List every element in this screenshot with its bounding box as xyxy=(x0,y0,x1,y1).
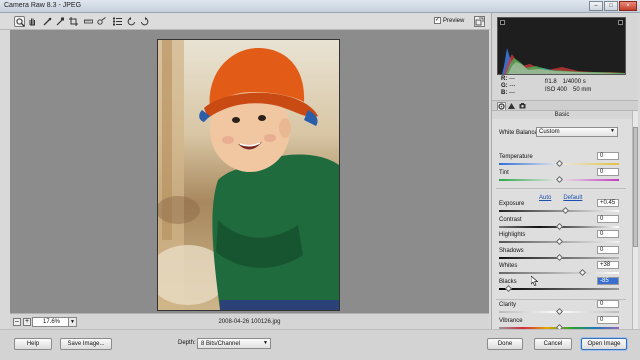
depth-value: 8 Bits/Channel xyxy=(201,341,241,347)
hand-tool-icon[interactable] xyxy=(27,16,38,27)
slider-label: Highlights xyxy=(499,232,526,238)
slider-thumb[interactable] xyxy=(504,284,513,293)
title-bar: Camera Raw 8.3 - JPEG – □ × xyxy=(0,0,640,13)
white-balance-label: White Balance: xyxy=(499,130,540,136)
slider-thumb[interactable] xyxy=(555,237,564,246)
depth-label: Depth: xyxy=(178,340,196,346)
slider-value-field[interactable]: 0 xyxy=(597,300,619,308)
preferences-icon[interactable] xyxy=(112,16,123,27)
save-image-button[interactable]: Save Image... xyxy=(60,338,112,350)
readout: R: --- G: --- B: --- f/1.8 1/4000 s ISO 4… xyxy=(501,76,592,96)
window-title: Camera Raw 8.3 - JPEG xyxy=(4,2,82,9)
preview-label: Preview xyxy=(443,17,465,24)
status-bar: – + 17.6% ▼ 2008-04-26 100126.jpg xyxy=(10,313,489,329)
fullscreen-icon[interactable] xyxy=(474,16,485,27)
slider-value-field[interactable]: 0 xyxy=(597,316,619,324)
slider-tint: Tint 0 xyxy=(499,168,619,185)
slider-value-field[interactable]: 0 xyxy=(597,246,619,254)
slider-exposure: Exposure +0.45 xyxy=(499,199,619,216)
scrollbar-thumb[interactable] xyxy=(633,127,638,247)
maximize-button[interactable]: □ xyxy=(604,1,618,11)
rotate-left-icon[interactable] xyxy=(126,16,137,27)
slider-thumb[interactable] xyxy=(578,268,586,277)
slider-label: Contrast xyxy=(499,217,522,223)
image-canvas[interactable] xyxy=(10,30,489,313)
slider-thumb[interactable] xyxy=(555,307,564,316)
rotate-right-icon[interactable] xyxy=(139,16,150,27)
slider-thumb[interactable] xyxy=(561,206,570,215)
white-balance-select[interactable]: Custom ▼ xyxy=(536,127,618,137)
slider-value-field[interactable]: +38 xyxy=(597,261,619,269)
tab-camera-calibration[interactable] xyxy=(519,102,528,110)
slider-thumb[interactable] xyxy=(555,159,564,168)
straighten-tool-icon[interactable] xyxy=(83,16,94,27)
slider-value-field[interactable]: 0 xyxy=(597,215,619,223)
slider-label: Vibrance xyxy=(499,318,523,324)
mouse-cursor-icon xyxy=(531,276,539,286)
slider-track[interactable] xyxy=(499,288,619,290)
help-button[interactable]: Help xyxy=(14,338,52,350)
slider-whites: Whites +38 xyxy=(499,261,619,278)
slider-clarity: Clarity 0 xyxy=(499,300,619,317)
slider-thumb[interactable] xyxy=(555,222,564,231)
slider-value-field[interactable]: 0 xyxy=(597,168,619,176)
histogram xyxy=(497,17,626,75)
slider-label: Clarity xyxy=(499,302,517,308)
slider-value-field[interactable]: +0.45 xyxy=(597,199,619,207)
spot-removal-icon[interactable] xyxy=(96,16,107,27)
divider xyxy=(496,188,626,189)
slider-value-field[interactable]: -85 xyxy=(597,277,619,285)
g-value: --- xyxy=(509,83,516,89)
white-balance-tool-icon[interactable] xyxy=(42,16,53,27)
open-image-button[interactable]: Open Image xyxy=(581,338,627,350)
color-sampler-icon[interactable] xyxy=(55,16,66,27)
chevron-down-icon: ▼ xyxy=(610,128,615,134)
adjustments-panel: R: --- G: --- B: --- f/1.8 1/4000 s ISO 4… xyxy=(491,13,638,332)
basic-panel: White Balance: Custom ▼ Auto Default Tem… xyxy=(492,119,632,332)
bottom-bar: Help Save Image... Depth: 8 Bits/Channel… xyxy=(0,329,640,360)
preview-toggle[interactable]: ✓ Preview xyxy=(434,17,464,24)
minimize-button[interactable]: – xyxy=(589,1,603,11)
tab-tone-curve[interactable] xyxy=(508,102,517,110)
slider-label: Whites xyxy=(499,263,518,269)
panel-tabs xyxy=(492,100,638,111)
slider-value-field[interactable]: 0 xyxy=(597,152,619,160)
r-value: --- xyxy=(509,76,516,82)
preview-photo xyxy=(157,39,340,311)
slider-thumb[interactable] xyxy=(555,253,564,262)
slider-thumb[interactable] xyxy=(555,175,564,184)
slider-temperature: Temperature 0 xyxy=(499,152,619,169)
preview-checkbox[interactable]: ✓ xyxy=(434,17,441,24)
tab-basic[interactable] xyxy=(497,102,506,110)
toolbar: ✓ Preview xyxy=(0,13,490,30)
cancel-button[interactable]: Cancel xyxy=(534,338,572,350)
zoom-tool-icon[interactable] xyxy=(14,16,25,27)
panel-scrollbar[interactable] xyxy=(632,111,638,329)
crop-tool-icon[interactable] xyxy=(68,16,79,27)
slider-label: Shadows xyxy=(499,248,524,254)
slider-value-field[interactable]: 0 xyxy=(597,230,619,238)
depth-select[interactable]: 8 Bits/Channel ▼ xyxy=(197,338,271,349)
slider-track[interactable] xyxy=(499,272,619,274)
slider-track[interactable] xyxy=(499,210,619,212)
iso: ISO 400 xyxy=(545,87,568,93)
slider-label: Temperature xyxy=(499,154,533,160)
chevron-down-icon: ▼ xyxy=(263,340,268,346)
shutter-speed: 1/4000 s xyxy=(562,79,586,85)
close-button[interactable]: × xyxy=(619,1,637,11)
white-balance-value: Custom xyxy=(539,129,560,135)
slider-label: Exposure xyxy=(499,201,525,207)
done-button[interactable]: Done xyxy=(487,338,523,350)
b-value: --- xyxy=(509,90,516,96)
focal-length: 50 mm xyxy=(573,87,592,93)
file-name: 2008-04-26 100126.jpg xyxy=(218,319,281,325)
slider-blacks: Blacks -85 xyxy=(499,277,619,294)
aperture: f/1.8 xyxy=(545,79,557,85)
panel-title: Basic xyxy=(554,112,570,118)
slider-label: Tint xyxy=(499,170,509,176)
slider-highlights: Highlights 0 xyxy=(499,230,619,247)
